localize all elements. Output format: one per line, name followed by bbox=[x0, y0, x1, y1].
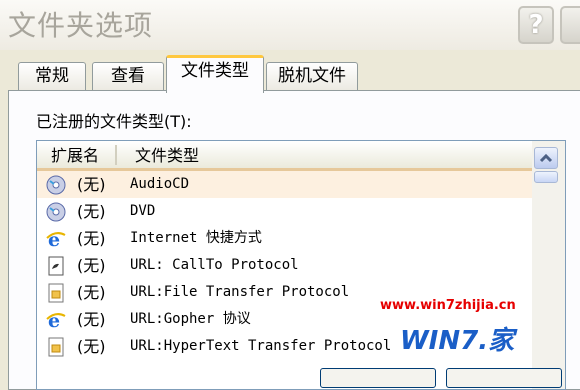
row-extension: (无) bbox=[77, 175, 106, 194]
window-title: 文件夹选项 bbox=[8, 9, 154, 42]
internet-explorer-icon: e bbox=[46, 310, 66, 330]
registered-types-label: 已注册的文件类型(T): bbox=[36, 112, 192, 131]
audio-cd-icon bbox=[46, 175, 66, 195]
row-extension: (无) bbox=[77, 337, 106, 356]
list-header: 扩展名 文件类型 bbox=[37, 141, 532, 171]
column-header-file-type[interactable]: 文件类型 bbox=[135, 141, 199, 168]
row-file-type: URL:HyperText Transfer Protocol bbox=[130, 338, 392, 354]
dvd-icon bbox=[46, 202, 66, 222]
title-bar: 文件夹选项 ? bbox=[0, 0, 580, 50]
row-extension: (无) bbox=[77, 283, 106, 302]
ok-button[interactable] bbox=[320, 368, 436, 388]
list-item[interactable]: (无) AudioCD bbox=[37, 171, 532, 198]
help-button[interactable]: ? bbox=[518, 6, 554, 44]
scroll-thumb[interactable] bbox=[534, 171, 558, 183]
scroll-up-button[interactable] bbox=[534, 147, 558, 169]
watermark: www.win7zhijia.cn WIN7.家 bbox=[380, 298, 550, 356]
watermark-logo: WIN7.家 bbox=[400, 326, 515, 356]
tab-offline-files[interactable]: 脱机文件 bbox=[266, 62, 358, 90]
column-header-extension[interactable]: 扩展名 bbox=[51, 141, 99, 168]
tab-general[interactable]: 常规 bbox=[18, 62, 86, 90]
svg-text:e: e bbox=[48, 310, 60, 330]
document-icon bbox=[48, 337, 64, 357]
row-file-type: DVD bbox=[130, 203, 156, 219]
row-extension: (无) bbox=[77, 202, 106, 221]
row-extension: (无) bbox=[77, 229, 106, 248]
chevron-up-icon bbox=[539, 153, 553, 163]
row-file-type: AudioCD bbox=[130, 176, 190, 192]
row-extension: (无) bbox=[77, 310, 106, 329]
ftp-folder-icon bbox=[48, 283, 64, 303]
close-button[interactable] bbox=[560, 6, 580, 44]
row-file-type: URL:Gopher 协议 bbox=[130, 311, 251, 327]
tab-view[interactable]: 查看 bbox=[92, 62, 164, 90]
list-item[interactable]: (无) URL: CallTo Protocol bbox=[37, 252, 532, 279]
row-file-type: Internet 快捷方式 bbox=[130, 230, 262, 246]
callto-icon bbox=[48, 256, 64, 276]
svg-text:e: e bbox=[48, 229, 60, 249]
tab-strip: 常规 查看 文件类型 脱机文件 bbox=[0, 52, 580, 93]
cancel-button[interactable] bbox=[446, 368, 562, 388]
row-file-type: URL: CallTo Protocol bbox=[130, 257, 299, 273]
column-divider[interactable] bbox=[115, 145, 117, 165]
list-item[interactable]: e (无) Internet 快捷方式 bbox=[37, 225, 532, 252]
internet-explorer-icon: e bbox=[46, 229, 66, 249]
row-extension: (无) bbox=[77, 256, 106, 275]
list-item[interactable]: (无) DVD bbox=[37, 198, 532, 225]
tab-file-types[interactable]: 文件类型 bbox=[166, 55, 264, 93]
vertical-scrollbar[interactable] bbox=[532, 141, 565, 389]
row-file-type: URL:File Transfer Protocol bbox=[130, 284, 350, 300]
watermark-url: www.win7zhijia.cn bbox=[380, 298, 516, 313]
